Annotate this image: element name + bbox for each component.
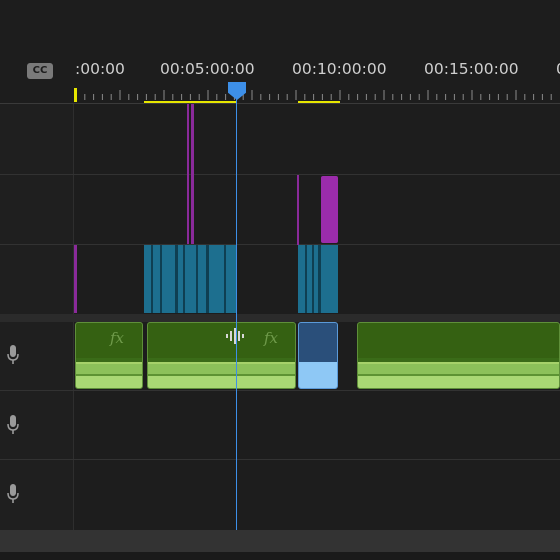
audio-scrub-icon xyxy=(226,328,244,344)
horizontal-scrollbar[interactable] xyxy=(0,530,560,552)
clip-edit-line xyxy=(318,245,321,313)
timecode-label: 00:05:00:00 xyxy=(160,60,255,78)
microphone-icon[interactable] xyxy=(6,344,20,366)
timecode-label: 0 xyxy=(556,60,560,78)
clip-edit-line xyxy=(224,245,226,313)
track-divider xyxy=(0,390,560,391)
panel-footer xyxy=(0,552,560,560)
audio-waveform xyxy=(76,358,142,388)
clip-edit-line xyxy=(183,245,185,313)
track-divider xyxy=(0,174,560,175)
clip-edit-line xyxy=(160,245,162,313)
fx-badge: fx xyxy=(110,329,125,347)
clip-edit-line xyxy=(312,245,314,313)
fx-badge: fx xyxy=(264,329,279,347)
captions-button[interactable]: CC xyxy=(27,63,53,79)
microphone-icon[interactable] xyxy=(6,483,20,505)
timecode-label: 00:15:00:00 xyxy=(424,60,519,78)
clip-edit-line xyxy=(175,245,178,313)
clip-edit-line xyxy=(196,245,198,313)
video-clip-group[interactable] xyxy=(144,245,236,313)
track-divider xyxy=(0,459,560,460)
audio-waveform xyxy=(148,358,295,388)
track-divider xyxy=(0,244,560,245)
video-clip-edit[interactable] xyxy=(187,104,189,244)
clip-edit-line xyxy=(305,245,307,313)
in-point-marker[interactable] xyxy=(74,88,77,102)
audio-clip[interactable]: fx xyxy=(75,322,143,389)
audio-clip-selected[interactable] xyxy=(298,322,338,389)
video-clip-edit[interactable] xyxy=(191,104,194,244)
audio-clip[interactable] xyxy=(357,322,560,389)
timecode-label: :00:00 xyxy=(75,60,125,78)
timecode-label: 00:10:00:00 xyxy=(292,60,387,78)
video-clip-edit[interactable] xyxy=(74,245,77,313)
ruler-ticks xyxy=(75,90,552,100)
clip-edit-line xyxy=(151,245,153,313)
video-clip-edit[interactable] xyxy=(297,175,299,245)
clip-edit-line xyxy=(206,245,209,313)
audio-waveform xyxy=(358,358,559,388)
audio-video-separator[interactable] xyxy=(0,314,560,322)
ruler-divider xyxy=(0,103,560,104)
audio-waveform xyxy=(299,358,337,388)
video-clip[interactable] xyxy=(321,176,338,243)
playhead-line[interactable] xyxy=(236,96,237,530)
microphone-icon[interactable] xyxy=(6,414,20,436)
audio-clip[interactable]: fx xyxy=(147,322,296,389)
